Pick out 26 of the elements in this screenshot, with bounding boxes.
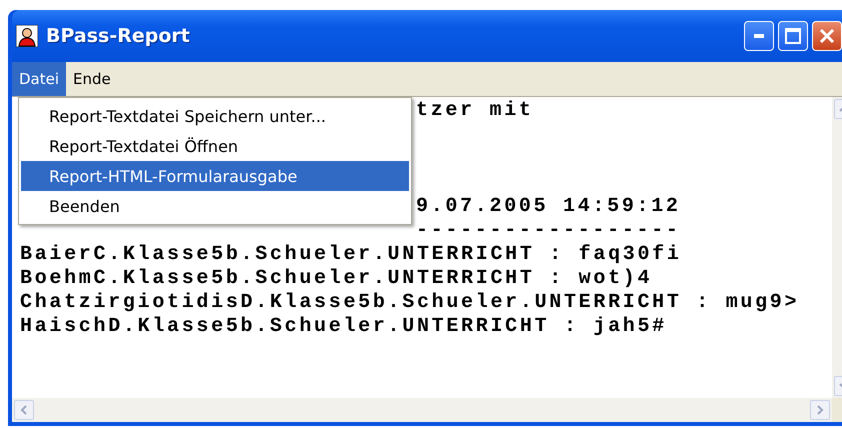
chevron-right-icon [815, 405, 825, 415]
text-line: tzer mit [416, 99, 534, 123]
close-button[interactable] [812, 21, 842, 51]
text-line: BaierC.Klasse5b.Schueler.UNTERRICHT : faq30fi [20, 243, 683, 267]
window-title: BPass-Report [46, 25, 191, 47]
menu-item[interactable]: Report-HTML-Formularausgabe [21, 161, 409, 191]
menu-item[interactable]: Datei [12, 62, 66, 96]
minimize-button[interactable] [744, 21, 774, 51]
maximize-button[interactable] [778, 21, 808, 51]
menu-item[interactable]: Ende [66, 62, 118, 96]
menu-item[interactable]: Beenden [21, 191, 409, 221]
text-line: BoehmC.Klasse5b.Schueler.UNTERRICHT : wot)4 [20, 267, 654, 291]
person-icon [16, 25, 38, 47]
text-line: 9.07.2005 14:59:12 [416, 195, 681, 219]
close-icon [819, 28, 835, 44]
menu-item[interactable]: Report-Textdatei Öffnen [21, 131, 409, 161]
minimize-icon [754, 34, 764, 38]
scroll-right-button[interactable] [810, 400, 830, 420]
horizontal-scrollbar[interactable] [12, 398, 832, 422]
menu-item[interactable]: Report-Textdatei Speichern unter... [21, 101, 409, 131]
text-line: ChatzirgiotidisD.Klasse5b.Schueler.UNTERRICHT : mug9> [20, 291, 800, 315]
text-line: HaischD.Klasse5b.Schueler.UNTERRICHT : jah5# [20, 315, 668, 339]
text-line: ------------------ [416, 219, 681, 243]
scroll-left-button[interactable] [14, 400, 34, 420]
maximize-icon [785, 28, 801, 44]
chevron-left-icon [19, 405, 29, 415]
